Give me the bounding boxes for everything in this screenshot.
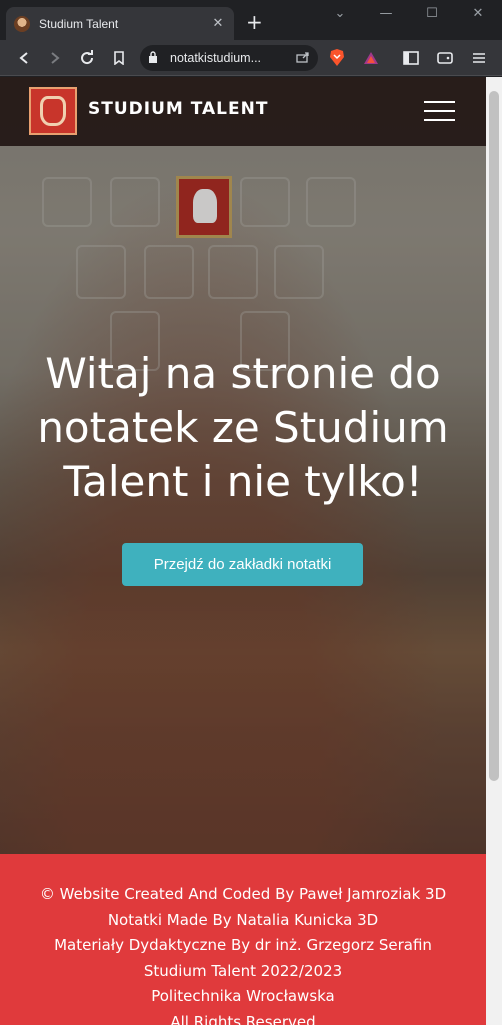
- wallet-icon[interactable]: [430, 40, 460, 76]
- site-logo[interactable]: [29, 87, 77, 135]
- footer-credit-line: Politechnika Wrocławska: [151, 987, 335, 1005]
- scrollbar-thumb[interactable]: [489, 91, 499, 781]
- browser-tab[interactable]: Studium Talent ✕: [6, 7, 234, 40]
- new-tab-icon[interactable]: +: [246, 12, 263, 32]
- tab-title: Studium Talent: [39, 16, 119, 31]
- footer-credit-line: Studium Talent 2022/2023: [143, 961, 343, 980]
- sidebar-icon[interactable]: [396, 40, 426, 76]
- close-window-icon[interactable]: ✕: [458, 6, 498, 21]
- browser-tabstrip: Studium Talent ✕ + ⌄ — ☐ ✕: [0, 0, 502, 40]
- url-text: notatkistudium...: [170, 51, 262, 65]
- page-scrollbar[interactable]: [486, 77, 502, 1025]
- share-icon[interactable]: [296, 51, 310, 66]
- footer-credit-line: © Website Created And Coded By Paweł Jam…: [39, 885, 447, 903]
- hero-section: STUDIUM TALENT Witaj na stronie do notat…: [0, 77, 486, 854]
- lock-icon: [148, 50, 160, 66]
- site-footer: © Website Created And Coded By Paweł Jam…: [0, 854, 486, 1025]
- favicon-icon: [14, 15, 30, 32]
- site-brand[interactable]: STUDIUM TALENT: [88, 99, 268, 119]
- footer-credit-line: Notatki Made By Natalia Kunicka 3D: [107, 910, 379, 929]
- bookmark-icon[interactable]: [104, 40, 134, 76]
- forward-icon[interactable]: [40, 40, 70, 76]
- tab-close-icon[interactable]: ✕: [210, 16, 226, 31]
- logo-emblem-icon: [40, 96, 66, 126]
- address-bar[interactable]: notatkistudium...: [140, 45, 318, 71]
- brave-shields-icon[interactable]: [322, 40, 352, 76]
- page-viewport: STUDIUM TALENT Witaj na stronie do notat…: [0, 77, 486, 1025]
- footer-credit-line: All Rights Reserved: [170, 1012, 316, 1025]
- maximize-icon[interactable]: ☐: [412, 6, 452, 21]
- back-icon[interactable]: [9, 40, 39, 76]
- hero-heading: Witaj na stronie do notatek ze Studium T…: [37, 349, 449, 506]
- menu-icon[interactable]: [464, 40, 494, 76]
- brave-rewards-icon[interactable]: [356, 40, 386, 76]
- tab-search-icon[interactable]: ⌄: [320, 6, 360, 21]
- notes-cta-button[interactable]: Przejdź do zakładki notatki: [122, 543, 363, 586]
- hamburger-menu-icon[interactable]: [424, 101, 455, 121]
- browser-toolbar: notatkistudium...: [0, 40, 502, 76]
- minimize-icon[interactable]: —: [366, 6, 406, 21]
- reload-icon[interactable]: [72, 40, 102, 76]
- site-navbar: STUDIUM TALENT: [0, 77, 486, 146]
- footer-credit-line: Materiały Dydaktyczne By dr inż. Grzegor…: [54, 936, 432, 954]
